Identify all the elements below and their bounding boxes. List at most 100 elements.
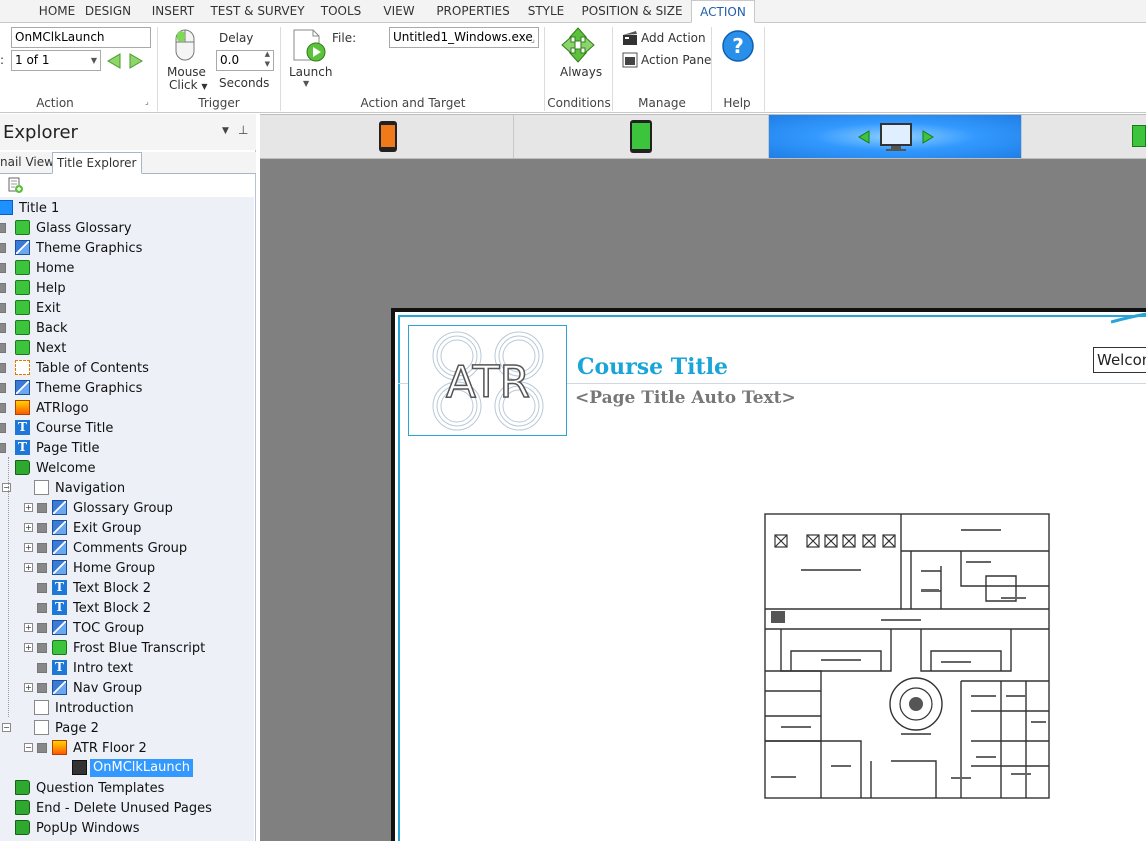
trigger-click-label[interactable]: Click ▼ [169, 78, 208, 92]
visibility-toggle-icon[interactable] [37, 603, 47, 613]
visibility-toggle-icon[interactable] [37, 583, 47, 593]
visibility-toggle-icon[interactable] [0, 243, 6, 253]
device-tablet-button[interactable] [514, 115, 769, 158]
browse-icon[interactable]: ⌟ [531, 31, 535, 47]
tab-design[interactable]: DESIGN [78, 0, 138, 23]
tree-item[interactable]: + Glossary Group [0, 498, 254, 518]
tree-item[interactable]: Table of Contents [0, 358, 254, 378]
tree-expander-icon[interactable]: − [2, 723, 11, 732]
tree-item[interactable]: Home [0, 258, 254, 278]
visibility-toggle-icon[interactable] [37, 503, 47, 513]
tree-item[interactable]: T Course Title [0, 418, 254, 438]
trigger-mouse-label[interactable]: Mouse [167, 65, 206, 79]
pin-icon[interactable]: ⊥ [238, 123, 248, 137]
tab-tools[interactable]: TOOLS [314, 0, 368, 23]
tree-expander-icon[interactable]: + [24, 643, 33, 652]
tree-item[interactable]: + Comments Group [0, 538, 254, 558]
visibility-toggle-icon[interactable] [0, 383, 6, 393]
device-desktop-button[interactable] [769, 115, 1022, 158]
tree-item[interactable]: + Home Group [0, 558, 254, 578]
tab-position-size[interactable]: POSITION & SIZE [580, 0, 684, 23]
visibility-toggle-icon[interactable] [37, 563, 47, 573]
tree-item[interactable]: + Exit Group [0, 518, 254, 538]
tree-item[interactable]: T Text Block 2 [0, 578, 254, 598]
visibility-toggle-icon[interactable] [0, 363, 6, 373]
visibility-toggle-icon[interactable] [37, 743, 47, 753]
action-pane-button[interactable]: Action Pane [641, 53, 711, 67]
tree-item[interactable]: T Intro text [0, 658, 254, 678]
tree-item[interactable]: + Nav Group [0, 678, 254, 698]
tab-style[interactable]: STYLE [524, 0, 568, 23]
tree-item[interactable]: Theme Graphics [0, 378, 254, 398]
visibility-toggle-icon[interactable] [37, 683, 47, 693]
tab-insert[interactable]: INSERT [143, 0, 203, 23]
tree-expander-icon[interactable]: + [24, 543, 33, 552]
visibility-toggle-icon[interactable] [0, 423, 6, 433]
visibility-toggle-icon[interactable] [37, 623, 47, 633]
help-icon[interactable]: ? [721, 29, 755, 63]
tab-action[interactable]: ACTION [691, 0, 755, 23]
add-page-icon[interactable] [7, 177, 23, 193]
visibility-toggle-icon[interactable] [0, 223, 6, 233]
tree-item[interactable]: T Page Title [0, 438, 254, 458]
page-title[interactable]: <Page Title Auto Text> [575, 388, 796, 408]
tree-item[interactable]: PopUp Windows [0, 818, 254, 838]
tree-item[interactable]: Welcome [0, 458, 254, 478]
course-title[interactable]: Course Title [577, 354, 728, 380]
action-name-field[interactable]: OnMClkLaunch [11, 27, 151, 48]
welcome-text-box[interactable]: Welcome [1093, 347, 1146, 373]
chevron-down-icon[interactable]: ▼ [222, 126, 229, 136]
chevron-down-icon[interactable]: ▼ [303, 79, 309, 88]
tree-item[interactable]: Question Templates [0, 778, 254, 798]
tree-item[interactable]: − ATR Floor 2 [0, 738, 254, 758]
tree-expander-icon[interactable]: + [24, 623, 33, 632]
tree-expander-icon[interactable]: − [2, 483, 11, 492]
tab-title-explorer[interactable]: Title Explorer [52, 152, 142, 174]
tree-expander-icon[interactable]: + [24, 683, 33, 692]
tab-properties[interactable]: PROPERTIES [432, 0, 514, 23]
atr-floor-plan-image[interactable] [761, 511, 1051, 801]
tree-item[interactable]: Theme Graphics [0, 238, 254, 258]
visibility-toggle-icon[interactable] [0, 343, 6, 353]
tab-test-survey[interactable]: TEST & SURVEY [210, 0, 305, 23]
dialog-launcher-icon[interactable]: ⌟ [145, 97, 149, 106]
tree-item[interactable]: T Text Block 2 [0, 598, 254, 618]
launch-label[interactable]: Launch [289, 65, 332, 79]
tab-view[interactable]: VIEW [376, 0, 422, 23]
file-field[interactable]: Untitled1_Windows.exe ⌟ [389, 27, 539, 48]
action-index-dropdown[interactable]: 1 of 1 ▼ [11, 50, 101, 71]
visibility-toggle-icon[interactable] [37, 643, 47, 653]
tree-item[interactable]: Introduction [0, 698, 254, 718]
device-phone-button[interactable] [260, 115, 514, 158]
tree-item[interactable]: OnMClkLaunch [0, 758, 254, 778]
visibility-toggle-icon[interactable] [37, 523, 47, 533]
visibility-toggle-icon[interactable] [0, 283, 6, 293]
always-label[interactable]: Always [560, 65, 602, 79]
tree-item[interactable]: ATRlogo [0, 398, 254, 418]
delay-spinner[interactable]: 0.0 ▲ ▼ [216, 50, 274, 71]
spinner-arrows-icon[interactable]: ▲ ▼ [265, 51, 270, 69]
visibility-toggle-icon[interactable] [0, 263, 6, 273]
visibility-toggle-icon[interactable] [37, 543, 47, 553]
tree-item[interactable]: End - Delete Unused Pages [0, 798, 254, 818]
visibility-toggle-icon[interactable] [0, 403, 6, 413]
add-action-icon[interactable] [622, 30, 638, 46]
prev-next-arrows-icon[interactable] [104, 53, 146, 69]
tree-item[interactable]: + Frost Blue Transcript [0, 638, 254, 658]
device-other-button[interactable] [1022, 115, 1146, 158]
visibility-toggle-icon[interactable] [0, 443, 6, 453]
tree-expander-icon[interactable]: + [24, 503, 33, 512]
always-icon[interactable] [561, 27, 595, 63]
visibility-toggle-icon[interactable] [0, 303, 6, 313]
mouse-icon[interactable] [174, 28, 196, 62]
tree-item[interactable]: Help [0, 278, 254, 298]
action-pane-icon[interactable] [622, 52, 638, 68]
tree-item[interactable]: Next [0, 338, 254, 358]
tree-expander-icon[interactable]: + [24, 563, 33, 572]
tree-item[interactable]: − Navigation [0, 478, 254, 498]
tree-item[interactable]: Glass Glossary [0, 218, 254, 238]
tree-item[interactable]: + TOC Group [0, 618, 254, 638]
tree-expander-icon[interactable]: + [24, 523, 33, 532]
tree-expander-icon[interactable]: − [24, 743, 33, 752]
tree-item[interactable]: Exit [0, 298, 254, 318]
